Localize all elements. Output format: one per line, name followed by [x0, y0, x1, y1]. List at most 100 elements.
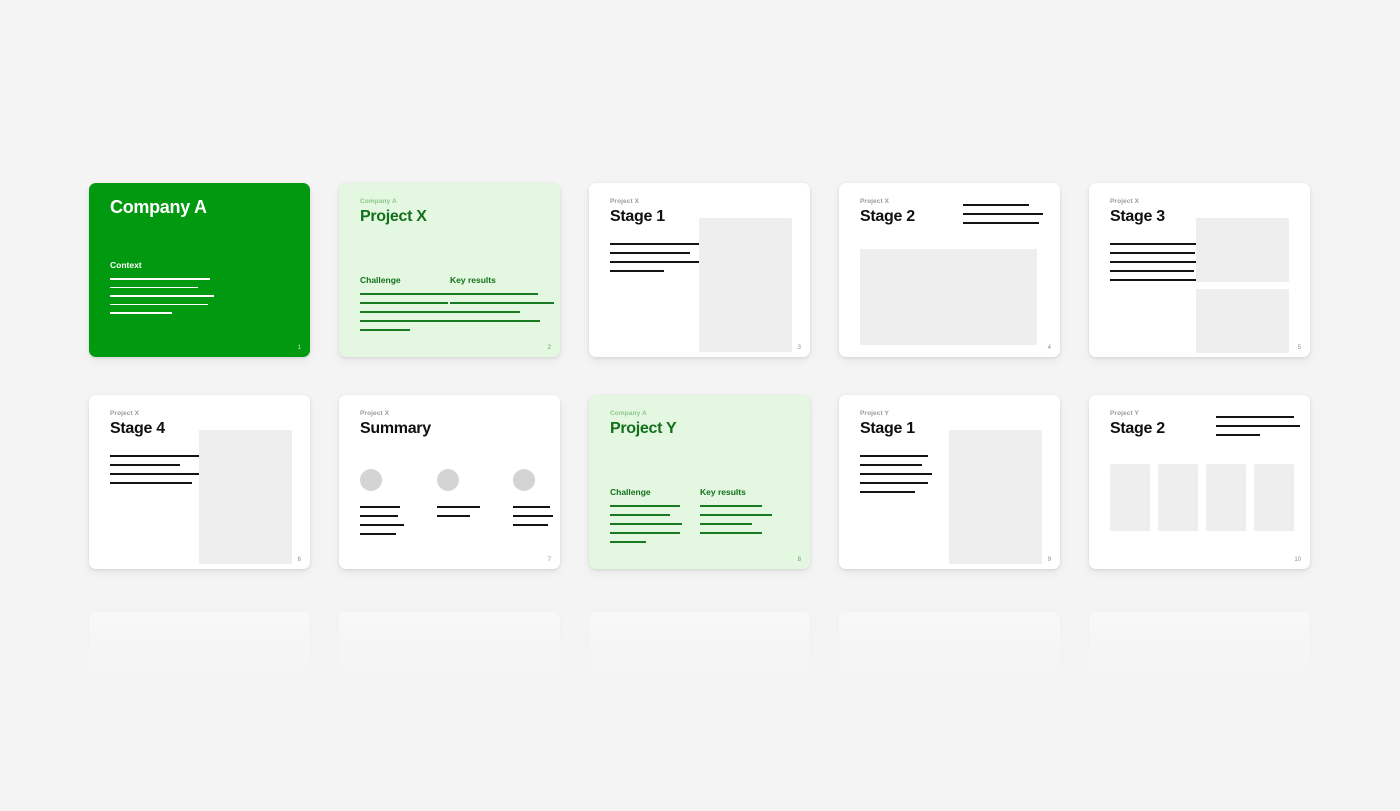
slide-thumbnail-2[interactable]: Company A Project X Challenge Key results 2	[339, 183, 560, 357]
text-rule-line	[360, 302, 448, 304]
slide-title: Summary	[360, 420, 431, 437]
slide-title: Company A	[110, 197, 207, 217]
slide-title: Stage 2	[1110, 420, 1165, 437]
slide-header-row: Project X Stage 2	[860, 197, 1046, 231]
image-placeholder-block	[199, 430, 292, 564]
text-rule-line	[1110, 270, 1194, 272]
slide-thumbnail-4[interactable]: Project X Stage 2 4	[839, 183, 1060, 357]
slide-thumbnail-3[interactable]: Project X Stage 13	[589, 183, 810, 357]
text-rule-line	[513, 515, 553, 517]
image-placeholder-stack	[1196, 218, 1289, 353]
slide-content: Company A Context	[110, 197, 296, 347]
text-rule-line	[437, 515, 470, 517]
slide-eyebrow: Project Y	[860, 410, 889, 417]
text-rule-line	[610, 532, 680, 534]
text-rule-line	[860, 455, 928, 457]
slide-content: Project X Stage 1	[610, 197, 796, 352]
text-rule-line	[860, 491, 915, 493]
text-rule-group	[110, 455, 208, 564]
header-rule-group	[963, 204, 1046, 231]
slide-thumbnail-partial[interactable]	[339, 612, 560, 786]
slide-title: Stage 2	[860, 208, 915, 225]
text-rule-line	[513, 506, 550, 508]
text-rule-line	[360, 293, 460, 295]
content-column	[513, 469, 553, 542]
slide-thumbnail-6[interactable]: Project X Stage 46	[89, 395, 310, 569]
content-row	[1110, 218, 1296, 353]
text-rule-line	[360, 524, 404, 526]
slide-eyebrow: Project X	[1110, 198, 1140, 205]
text-rule-line	[110, 278, 210, 280]
text-rule-line	[860, 482, 928, 484]
slide-thumbnail-10[interactable]: Project Y Stage 2 10	[1089, 395, 1310, 569]
slide-page-number: 2	[547, 345, 551, 351]
text-rule-line	[700, 514, 772, 516]
slide-eyebrow: Project X	[360, 410, 390, 417]
text-rule-line	[360, 320, 460, 322]
text-rule-line	[700, 532, 762, 534]
text-rule-group	[360, 293, 464, 331]
image-placeholder-block	[1158, 464, 1198, 531]
slide-title: Project Y	[610, 420, 677, 437]
text-rule-group	[700, 505, 772, 534]
slide-content: Project Y Stage 1	[860, 409, 1046, 564]
slide-thumbnail-partial[interactable]	[589, 612, 810, 786]
slide-deck-grid: Company A Context 1 Company A Project X Chall…	[89, 183, 1313, 569]
text-rule-line	[963, 213, 1043, 215]
slide-thumbnail-8[interactable]: Company A Project Y Challenge Key results 8	[589, 395, 810, 569]
text-rule-group	[450, 293, 554, 322]
slide-thumbnail-1[interactable]: Company A Context 1	[89, 183, 310, 357]
text-rule-group	[610, 505, 682, 543]
slide-thumbnail-partial[interactable]	[1089, 612, 1310, 786]
slide-thumbnail-partial[interactable]	[89, 612, 310, 786]
slide-page-number: 8	[797, 557, 801, 563]
slide-header-text: Project Y Stage 2	[1110, 409, 1165, 443]
text-rule-line	[360, 506, 400, 508]
text-rule-line	[437, 506, 480, 508]
content-column: Challenge	[610, 487, 682, 550]
text-rule-group	[110, 278, 222, 314]
text-rule-group	[437, 506, 480, 517]
text-rule-line	[450, 320, 540, 322]
text-rule-group	[513, 506, 553, 526]
slide-thumbnail-9[interactable]: Project Y Stage 19	[839, 395, 1060, 569]
text-rule-line	[610, 523, 682, 525]
image-placeholder-block	[860, 249, 1037, 345]
text-rule-line	[1110, 279, 1198, 281]
slide-header-row: Project Y Stage 2	[1110, 409, 1300, 443]
slide-thumbnail-partial[interactable]	[839, 612, 1060, 786]
slide-header-text: Project X Stage 2	[860, 197, 915, 231]
slide-eyebrow: Company A	[610, 410, 647, 417]
image-placeholder-block	[1206, 464, 1246, 531]
image-placeholder-block	[949, 430, 1042, 564]
text-rule-line	[1110, 243, 1202, 245]
slide-thumbnail-7[interactable]: Project X Summary 7	[339, 395, 560, 569]
text-rule-line	[1216, 434, 1260, 436]
section-heading: Challenge	[360, 275, 401, 285]
slide-eyebrow: Project X	[610, 198, 640, 205]
text-rule-line	[610, 270, 664, 272]
slide-title: Project X	[360, 208, 427, 225]
slide-page-number: 9	[1047, 557, 1051, 563]
content-column	[360, 469, 404, 542]
text-rule-line	[610, 252, 690, 254]
content-column: Key results	[450, 275, 554, 338]
slide-page-number: 10	[1294, 557, 1301, 563]
slide-content: Project X Stage 2	[860, 197, 1046, 347]
section-heading: Key results	[450, 275, 496, 285]
text-rule-group	[610, 243, 708, 352]
text-rule-line	[610, 514, 670, 516]
text-rule-line	[360, 329, 410, 331]
text-rule-line	[450, 311, 520, 313]
section-heading: Key results	[700, 487, 746, 497]
text-rule-line	[860, 473, 932, 475]
text-rule-line	[110, 473, 208, 475]
column-container: Challenge Key results	[360, 275, 554, 338]
text-rule-line	[700, 523, 752, 525]
slide-page-number: 4	[1047, 345, 1051, 351]
slide-deck-ghost-row	[89, 612, 1313, 786]
slide-thumbnail-5[interactable]: Project X Stage 35	[1089, 183, 1310, 357]
avatar	[360, 469, 382, 491]
avatar	[513, 469, 535, 491]
image-placeholder-block	[1110, 464, 1150, 531]
